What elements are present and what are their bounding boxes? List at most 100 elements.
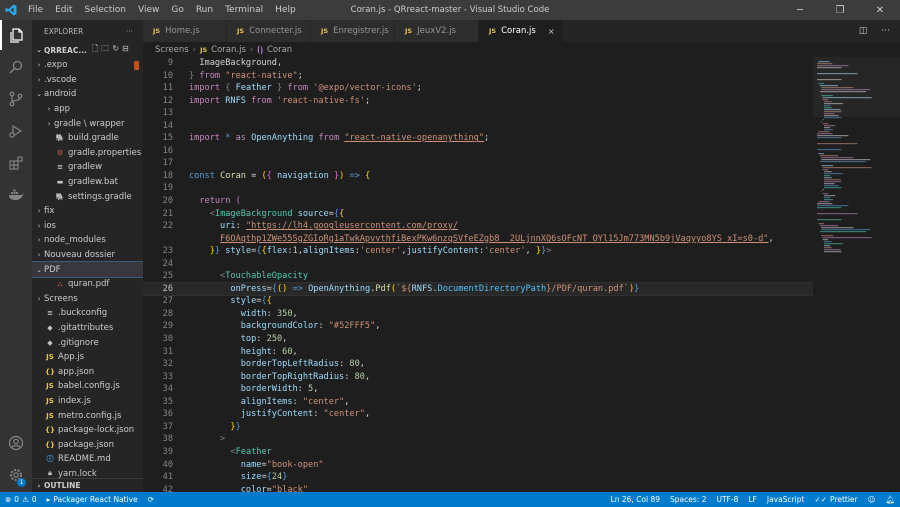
code-line[interactable]: 20 return ( xyxy=(143,195,813,208)
code-line[interactable]: 15 import * as OpenAnything from "react-n… xyxy=(143,132,813,145)
code-line[interactable]: 37 }} xyxy=(143,421,813,434)
menu-view[interactable]: View xyxy=(132,0,165,20)
code-line[interactable]: 14 xyxy=(143,120,813,133)
tree-item-pdf[interactable]: ⌄ PDF xyxy=(32,261,143,278)
code-line[interactable]: 25 <TouchableOpacity xyxy=(143,270,813,283)
manage-gear-icon[interactable]: 1 xyxy=(0,460,32,490)
code-line[interactable]: 39 <Feather xyxy=(143,446,813,459)
code-line[interactable]: 41 size={24} xyxy=(143,471,813,484)
close-window-button[interactable]: ✕ xyxy=(860,0,900,20)
new-folder-icon[interactable]: 🗀 xyxy=(101,44,112,53)
breadcrumb-folder[interactable]: Screens xyxy=(155,45,189,55)
tab-jeuxv2-js[interactable]: JS JeuxV2.js xyxy=(395,20,479,42)
tree-item-node-modules[interactable]: › node_modules xyxy=(32,233,143,248)
tree-item-package-json[interactable]: {} package.json xyxy=(32,437,143,452)
menu-terminal[interactable]: Terminal xyxy=(219,0,269,20)
code-line[interactable]: 13 xyxy=(143,107,813,120)
code-line[interactable]: 32 borderTopLeftRadius: 80, xyxy=(143,358,813,371)
project-root[interactable]: ⌄ QRREAC... 🗋🗀↻⊟ xyxy=(32,42,143,58)
tree-item-gradle-properties[interactable]: ⚙ gradle.properties xyxy=(32,146,143,161)
tree-item-fix[interactable]: › fix xyxy=(32,204,143,219)
menu-run[interactable]: Run xyxy=(190,0,219,20)
tab-enregistrer-js[interactable]: JS Enregistrer.js xyxy=(311,20,395,42)
docker-icon[interactable] xyxy=(0,180,32,210)
code-line[interactable]: 12 import RNFS from 'react-native-fs'; xyxy=(143,95,813,108)
refresh-icon[interactable]: ↻ xyxy=(112,44,122,53)
tree-item-vscode[interactable]: › .vscode xyxy=(32,73,143,88)
tree-item-quran-pdf[interactable]: ⛬ quran.pdf xyxy=(32,277,143,292)
tree-item-package-lock-json[interactable]: {} package-lock.json xyxy=(32,423,143,438)
code-line[interactable]: 16 xyxy=(143,145,813,158)
collapse-all-icon[interactable]: ⊟ xyxy=(122,44,132,53)
code-line[interactable]: 33 borderTopRightRadius: 80, xyxy=(143,371,813,384)
code-line[interactable]: F6OAqthp1ZWe55SgZGIoRg1aTwkApvvthfiBexPK… xyxy=(143,233,813,246)
code-line[interactable]: 21 <ImageBackground source={{ xyxy=(143,208,813,221)
tree-item-babel-config-js[interactable]: JS babel.config.js xyxy=(32,379,143,394)
tree-item-metro-config-js[interactable]: JS metro.config.js xyxy=(32,408,143,423)
tree-item-gitignore[interactable]: ◆ .gitignore xyxy=(32,335,143,350)
tree-item-gradlew-bat[interactable]: ▬ gradlew.bat xyxy=(32,175,143,190)
tree-item-app[interactable]: › app xyxy=(32,102,143,117)
code-line[interactable]: 38 > xyxy=(143,433,813,446)
code-line[interactable]: 36 justifyContent: "center", xyxy=(143,408,813,421)
language-mode[interactable]: JavaScript xyxy=(762,495,810,504)
tree-item-android[interactable]: ⌄ android xyxy=(32,87,143,102)
tab-home-js[interactable]: JS Home.js xyxy=(143,20,227,42)
outline-section[interactable]: › OUTLINE xyxy=(32,478,143,492)
tree-item-readme-md[interactable]: ⓘ README.md xyxy=(32,452,143,467)
tab-coran-js[interactable]: JS Coran.js × xyxy=(479,20,563,42)
breadcrumb-file[interactable]: Coran.js xyxy=(211,45,246,55)
code-line[interactable]: 18 const Coran = ({ navigation }) => { xyxy=(143,170,813,183)
end-of-line[interactable]: LF xyxy=(743,495,762,504)
code-line[interactable]: 11 import { Feather } from '@expo/vector-… xyxy=(143,82,813,95)
code-line[interactable]: 28 width: 350, xyxy=(143,308,813,321)
code-editor[interactable]: 9 ImageBackground, 10} from "react-native… xyxy=(143,57,813,492)
run-debug-icon[interactable] xyxy=(0,116,32,146)
accounts-icon[interactable] xyxy=(0,428,32,458)
problems-indicator[interactable]: ⊗ 0 ⚠ 0 xyxy=(0,495,42,504)
code-line[interactable]: 22 uri: "https://lh4.googleusercontent.c… xyxy=(143,220,813,233)
tree-item-nouveau-dossier[interactable]: › Nouveau dossier xyxy=(32,248,143,263)
more-actions-icon[interactable]: ··· xyxy=(881,26,890,36)
tree-item-ios[interactable]: › ios xyxy=(32,219,143,234)
code-line[interactable]: 17 xyxy=(143,157,813,170)
explorer-icon[interactable] xyxy=(0,20,32,50)
tree-item-gitattributes[interactable]: ◆ .gitattributes xyxy=(32,321,143,336)
menu-go[interactable]: Go xyxy=(165,0,189,20)
notifications-icon[interactable]: 🔔︎ xyxy=(880,495,900,504)
menu-selection[interactable]: Selection xyxy=(79,0,132,20)
search-icon[interactable] xyxy=(0,52,32,82)
code-line[interactable]: 42 color="black" xyxy=(143,484,813,492)
extensions-icon[interactable] xyxy=(0,148,32,178)
code-line[interactable]: 30 top: 250, xyxy=(143,333,813,346)
sync-icon[interactable]: ⟳ xyxy=(143,495,159,504)
indentation[interactable]: Spaces: 2 xyxy=(665,495,711,504)
tree-item-screens[interactable]: › Screens xyxy=(32,292,143,307)
code-line[interactable]: 27 style={{ xyxy=(143,295,813,308)
tree-item-build-gradle[interactable]: 🐘 build.gradle xyxy=(32,131,143,146)
code-line[interactable]: 40 name="book-open" xyxy=(143,459,813,472)
prettier-status[interactable]: ✓✓ Prettier xyxy=(809,495,862,504)
tree-item-gradlew[interactable]: ≡ gradlew xyxy=(32,160,143,175)
tree-item-gradle-wrapper[interactable]: › gradle \ wrapper xyxy=(32,116,143,131)
menu-help[interactable]: Help xyxy=(269,0,302,20)
restore-button[interactable]: ❐ xyxy=(820,0,860,20)
code-line[interactable]: 24 xyxy=(143,258,813,271)
tree-item-settings-gradle[interactable]: 🐘 settings.gradle xyxy=(32,189,143,204)
breadcrumb-symbol[interactable]: Coran xyxy=(267,45,292,55)
minimize-button[interactable]: ─ xyxy=(780,0,820,20)
code-line[interactable]: 10} from "react-native"; xyxy=(143,70,813,83)
source-control-icon[interactable] xyxy=(0,84,32,114)
new-file-icon[interactable]: 🗋 xyxy=(92,44,101,53)
tab-connecter-js[interactable]: JS Connecter.js xyxy=(227,20,311,42)
code-line[interactable]: 26 onPress={() => OpenAnything.Pdf(`${RN… xyxy=(143,281,813,297)
code-line[interactable]: 31 height: 60, xyxy=(143,346,813,359)
menu-file[interactable]: File xyxy=(22,0,49,20)
menu-edit[interactable]: Edit xyxy=(49,0,78,20)
code-line[interactable]: 35 alignItems: "center", xyxy=(143,396,813,409)
close-tab-icon[interactable]: × xyxy=(548,27,555,36)
packager-status[interactable]: ▸ Packager React Native xyxy=(42,495,143,504)
explorer-actions[interactable]: 🗋🗀↻⊟ xyxy=(92,43,132,57)
more-actions-icon[interactable]: ··· xyxy=(126,27,133,36)
code-line[interactable]: 9 ImageBackground, xyxy=(143,57,813,70)
